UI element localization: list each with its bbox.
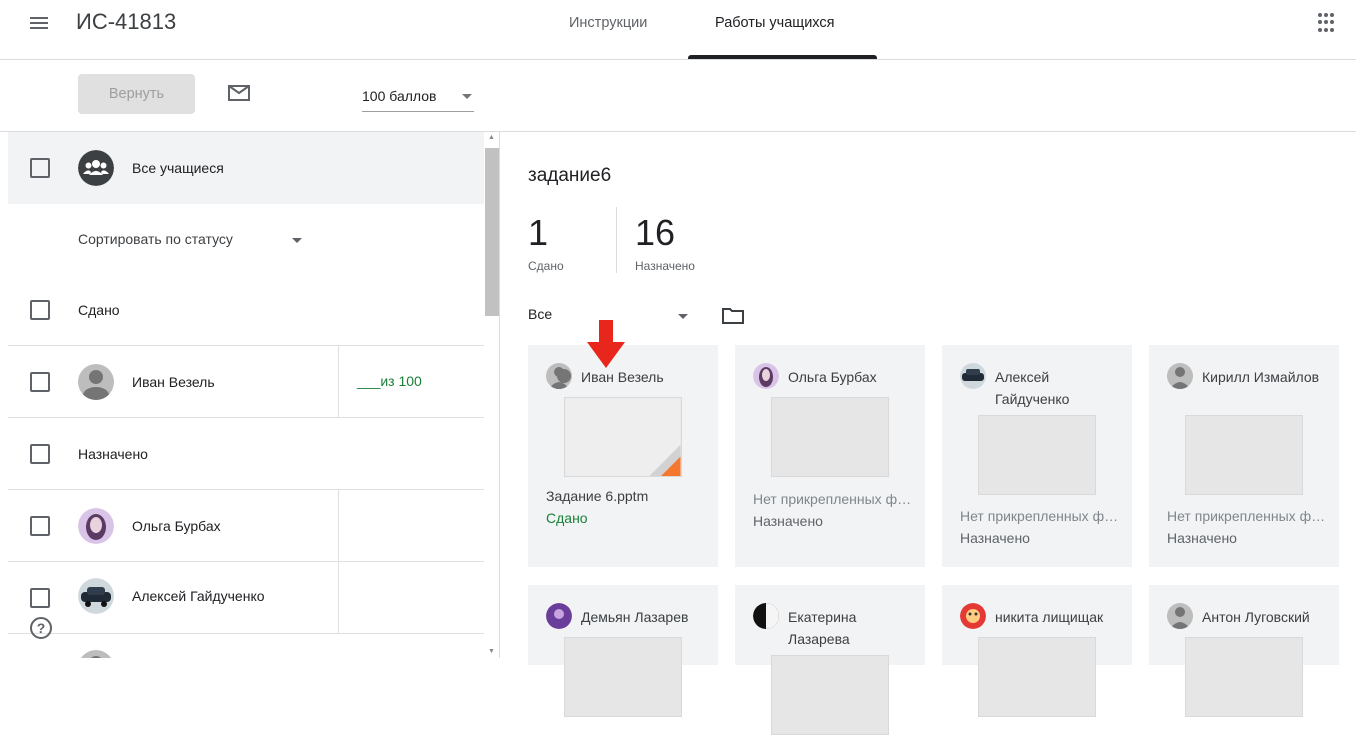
arrow-down-icon bbox=[587, 320, 625, 368]
student-checkbox[interactable] bbox=[30, 516, 50, 536]
empty-thumbnail bbox=[771, 397, 889, 477]
file-thumbnail[interactable] bbox=[564, 397, 682, 477]
student-checkbox[interactable] bbox=[30, 588, 50, 608]
student-card[interactable]: Иван Везель Задание 6.pptm Сдано bbox=[528, 345, 718, 567]
avatar bbox=[753, 603, 779, 629]
tab-instructions[interactable]: Инструкции bbox=[569, 15, 647, 31]
sort-label: Сортировать по статусу bbox=[78, 231, 233, 247]
grade-cell[interactable] bbox=[338, 562, 484, 634]
card-student-name: Демьян Лазарев bbox=[581, 609, 689, 625]
help-icon[interactable]: ? bbox=[30, 617, 52, 639]
sort-row[interactable]: Сортировать по статусу bbox=[8, 204, 484, 276]
all-students-label: Все учащиеся bbox=[132, 160, 224, 176]
top-bar: ИС-41813 Инструкции Работы учащихся bbox=[0, 0, 1356, 60]
card-file-name: Нет прикрепленных файлов bbox=[960, 508, 1125, 524]
empty-thumbnail bbox=[978, 415, 1096, 495]
turned-in-count: 1 bbox=[528, 212, 549, 253]
avatar bbox=[78, 508, 114, 544]
card-student-name: Екатерина Лазарева bbox=[788, 609, 857, 647]
avatar bbox=[960, 363, 986, 389]
assigned-count: 16 bbox=[635, 212, 676, 253]
section-turned-in: Сдано bbox=[8, 274, 484, 346]
card-file-name[interactable]: Задание 6.pptm bbox=[546, 488, 711, 504]
student-card[interactable]: Демьян Лазарев bbox=[528, 585, 718, 717]
section-assigned: Назначено bbox=[8, 418, 484, 490]
avatar bbox=[78, 650, 114, 658]
avatar bbox=[78, 364, 114, 400]
student-card[interactable]: Алексей Гайдученко Нет прикрепленных фай… bbox=[942, 345, 1132, 567]
section-label: Назначено bbox=[78, 446, 148, 462]
all-students-checkbox[interactable] bbox=[30, 158, 50, 178]
avatar bbox=[1167, 363, 1193, 389]
student-card[interactable]: Екатерина Лазарева bbox=[735, 585, 925, 735]
student-name: Ольга Бурбах bbox=[132, 518, 221, 534]
card-student-name: Ольга Бурбах bbox=[788, 369, 877, 385]
student-card[interactable]: Антон Луговский bbox=[1149, 585, 1339, 717]
empty-thumbnail bbox=[1185, 415, 1303, 495]
student-checkbox[interactable] bbox=[30, 372, 50, 392]
card-student-name: никита лищищак bbox=[995, 609, 1104, 625]
chevron-down-icon bbox=[678, 314, 688, 319]
student-row[interactable]: Ольга Бурбах bbox=[8, 490, 484, 562]
section-label: Сдано bbox=[78, 302, 120, 318]
card-status: Назначено bbox=[960, 530, 1030, 546]
avatar bbox=[546, 603, 572, 629]
apps-icon[interactable] bbox=[1318, 13, 1338, 33]
group-icon bbox=[78, 150, 114, 186]
chevron-down-icon bbox=[292, 238, 302, 243]
empty-thumbnail bbox=[564, 637, 682, 717]
class-title[interactable]: ИС-41813 bbox=[76, 9, 176, 35]
card-student-name: Антон Луговский bbox=[1202, 609, 1310, 625]
scrollbar-thumb[interactable] bbox=[485, 148, 499, 316]
avatar bbox=[1167, 603, 1193, 629]
card-status: Сдано bbox=[546, 510, 588, 526]
card-student-name: Алексей Гайдученко bbox=[995, 369, 1070, 407]
student-row[interactable]: Иван Везель ___из 100 bbox=[8, 346, 484, 418]
student-row[interactable]: Алексей Гайдученко bbox=[8, 562, 484, 634]
assignment-title: задание6 bbox=[528, 165, 612, 186]
empty-thumbnail bbox=[771, 655, 889, 735]
mail-icon[interactable] bbox=[228, 85, 250, 101]
turned-in-label: Сдано bbox=[528, 259, 564, 273]
all-students-row[interactable]: Все учащиеся bbox=[8, 132, 484, 204]
empty-thumbnail bbox=[978, 637, 1096, 717]
card-file-name: Нет прикрепленных файлов bbox=[1167, 508, 1332, 524]
section-checkbox[interactable] bbox=[30, 300, 50, 320]
avatar bbox=[546, 363, 572, 389]
return-button[interactable]: Вернуть bbox=[78, 74, 195, 114]
toolbar: Вернуть 100 баллов bbox=[0, 60, 1356, 132]
avatar bbox=[753, 363, 779, 389]
assignment-overview: задание6 1 Сдано 16 Назначено Все Иван В… bbox=[501, 132, 1356, 735]
card-file-name: Нет прикрепленных файлов bbox=[753, 491, 918, 507]
stat-divider bbox=[616, 207, 617, 273]
student-name: Алексей Гайдученко bbox=[132, 588, 265, 604]
student-card[interactable]: Ольга Бурбах Нет прикрепленных файлов На… bbox=[735, 345, 925, 567]
active-tab-indicator bbox=[688, 55, 877, 59]
student-card[interactable]: Кирилл Измайлов Нет прикрепленных файлов… bbox=[1149, 345, 1339, 567]
avatar bbox=[78, 578, 114, 614]
scroll-down-arrow-icon[interactable]: ▼ bbox=[488, 648, 495, 655]
chevron-down-icon bbox=[462, 94, 472, 99]
points-value: 100 баллов bbox=[362, 88, 437, 104]
student-card[interactable]: никита лищищак bbox=[942, 585, 1132, 717]
assigned-label: Назначено bbox=[635, 259, 695, 273]
points-select[interactable]: 100 баллов bbox=[362, 88, 474, 112]
grade-cell[interactable]: ___из 100 bbox=[338, 346, 484, 418]
tab-student-work[interactable]: Работы учащихся bbox=[715, 15, 834, 31]
menu-icon[interactable] bbox=[30, 14, 54, 32]
folder-icon[interactable] bbox=[722, 307, 744, 324]
empty-thumbnail bbox=[1185, 637, 1303, 717]
section-checkbox[interactable] bbox=[30, 444, 50, 464]
card-student-name: Кирилл Измайлов bbox=[1202, 369, 1320, 385]
card-status: Назначено bbox=[753, 513, 823, 529]
card-status: Назначено bbox=[1167, 530, 1237, 546]
scroll-up-arrow-icon[interactable]: ▲ bbox=[488, 134, 495, 141]
grade-input[interactable]: ___из 100 bbox=[357, 373, 422, 389]
grade-cell[interactable] bbox=[338, 490, 484, 562]
filter-value: Все bbox=[528, 306, 553, 322]
avatar bbox=[960, 603, 986, 629]
student-list-panel: Все учащиеся Сортировать по статусу Сдан… bbox=[0, 132, 500, 658]
student-name: Иван Везель bbox=[132, 374, 215, 390]
